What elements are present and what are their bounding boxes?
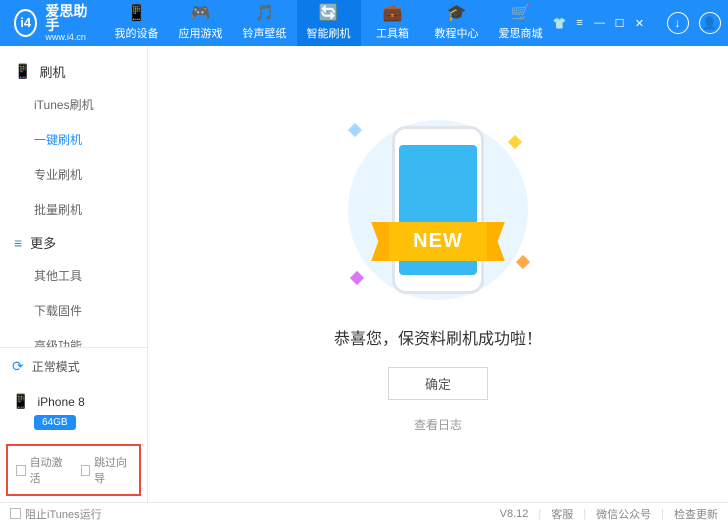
- sidebar-group-flash[interactable]: 📱刷机: [0, 56, 147, 87]
- checkbox-icon: [81, 465, 91, 476]
- download-button[interactable]: ↓: [667, 12, 689, 34]
- refresh-icon: 🔄: [319, 6, 339, 22]
- sidebar-group-more[interactable]: ≡更多: [0, 227, 147, 258]
- brand-area: i4 爱思助手 www.i4.cn: [0, 4, 105, 43]
- storage-badge: 64GB: [34, 415, 76, 430]
- options-box: 自动激活 跳过向导: [6, 444, 141, 496]
- user-button[interactable]: 👤: [699, 12, 721, 34]
- success-illustration: NEW: [308, 115, 568, 305]
- phone-illustration-icon: [392, 126, 484, 294]
- menu-icon[interactable]: ≡: [573, 16, 587, 30]
- sidebar-item-download-firmware[interactable]: 下载固件: [34, 293, 147, 328]
- skip-guide-checkbox[interactable]: 跳过向导: [81, 454, 132, 486]
- briefcase-icon: 💼: [383, 6, 403, 22]
- mode-indicator[interactable]: ⟳正常模式: [0, 348, 147, 385]
- wechat-link[interactable]: 微信公众号: [596, 506, 651, 522]
- checkbox-icon: [16, 465, 26, 476]
- phone-icon: 📱: [14, 63, 31, 80]
- sidebar-item-pro-flash[interactable]: 专业刷机: [34, 157, 147, 192]
- close-icon[interactable]: ✕: [633, 16, 647, 30]
- music-icon: 🎵: [255, 6, 275, 22]
- nav-my-device[interactable]: 📱我的设备: [105, 0, 169, 46]
- new-ribbon: NEW: [387, 222, 489, 261]
- right-controls: ↓ 👤: [655, 12, 728, 34]
- device-icon: 📱: [12, 393, 29, 410]
- nav-store[interactable]: 🛒爱思商城: [489, 0, 553, 46]
- nav-toolbox[interactable]: 💼工具箱: [361, 0, 425, 46]
- sidebar-item-batch-flash[interactable]: 批量刷机: [34, 192, 147, 227]
- brand-logo-icon: i4: [14, 9, 37, 37]
- title-bar: i4 爱思助手 www.i4.cn 📱我的设备 🎮应用游戏 🎵铃声壁纸 🔄智能刷…: [0, 0, 728, 46]
- device-panel[interactable]: 📱 iPhone 8 64GB: [0, 385, 147, 440]
- brand-domain: www.i4.cn: [45, 32, 90, 43]
- sidebar-item-itunes-flash[interactable]: iTunes刷机: [34, 87, 147, 122]
- sidebar: 📱刷机 iTunes刷机 一键刷机 专业刷机 批量刷机 ≡更多 其他工具 下载固…: [0, 46, 148, 502]
- sidebar-item-oneclick-flash[interactable]: 一键刷机: [34, 122, 147, 157]
- nav-smart-flash[interactable]: 🔄智能刷机: [297, 0, 361, 46]
- sidebar-item-advanced[interactable]: 高级功能: [34, 328, 147, 347]
- support-link[interactable]: 客服: [551, 506, 573, 522]
- theme-icon[interactable]: 👕: [553, 16, 567, 30]
- nav-apps-games[interactable]: 🎮应用游戏: [169, 0, 233, 46]
- check-update-link[interactable]: 检查更新: [674, 506, 718, 522]
- top-nav: 📱我的设备 🎮应用游戏 🎵铃声壁纸 🔄智能刷机 💼工具箱 🎓教程中心 🛒爱思商城: [105, 0, 553, 46]
- main-content: NEW 恭喜您，保资料刷机成功啦！ 确定 查看日志: [148, 46, 728, 502]
- device-name: iPhone 8: [37, 395, 84, 409]
- version-label: V8.12: [500, 508, 529, 520]
- status-bar: 阻止iTunes运行 V8.12| 客服| 微信公众号| 检查更新: [0, 502, 728, 524]
- cart-icon: 🛒: [511, 6, 531, 22]
- minimize-icon[interactable]: —: [593, 16, 607, 30]
- block-itunes-checkbox[interactable]: 阻止iTunes运行: [10, 506, 102, 522]
- graduation-icon: 🎓: [447, 6, 467, 22]
- brand-name: 爱思助手: [45, 4, 90, 32]
- game-icon: 🎮: [191, 6, 211, 22]
- success-message: 恭喜您，保资料刷机成功啦！: [334, 325, 542, 349]
- window-controls: 👕 ≡ — ☐ ✕: [553, 16, 655, 30]
- list-icon: ≡: [14, 235, 22, 251]
- maximize-icon[interactable]: ☐: [613, 16, 627, 30]
- auto-activate-checkbox[interactable]: 自动激活: [16, 454, 67, 486]
- view-log-link[interactable]: 查看日志: [414, 416, 462, 433]
- nav-tutorials[interactable]: 🎓教程中心: [425, 0, 489, 46]
- nav-ringtone-wallpaper[interactable]: 🎵铃声壁纸: [233, 0, 297, 46]
- device-icon: 📱: [127, 6, 147, 22]
- ok-button[interactable]: 确定: [388, 367, 488, 400]
- mode-icon: ⟳: [12, 358, 24, 375]
- sidebar-item-other-tools[interactable]: 其他工具: [34, 258, 147, 293]
- checkbox-icon: [10, 508, 21, 519]
